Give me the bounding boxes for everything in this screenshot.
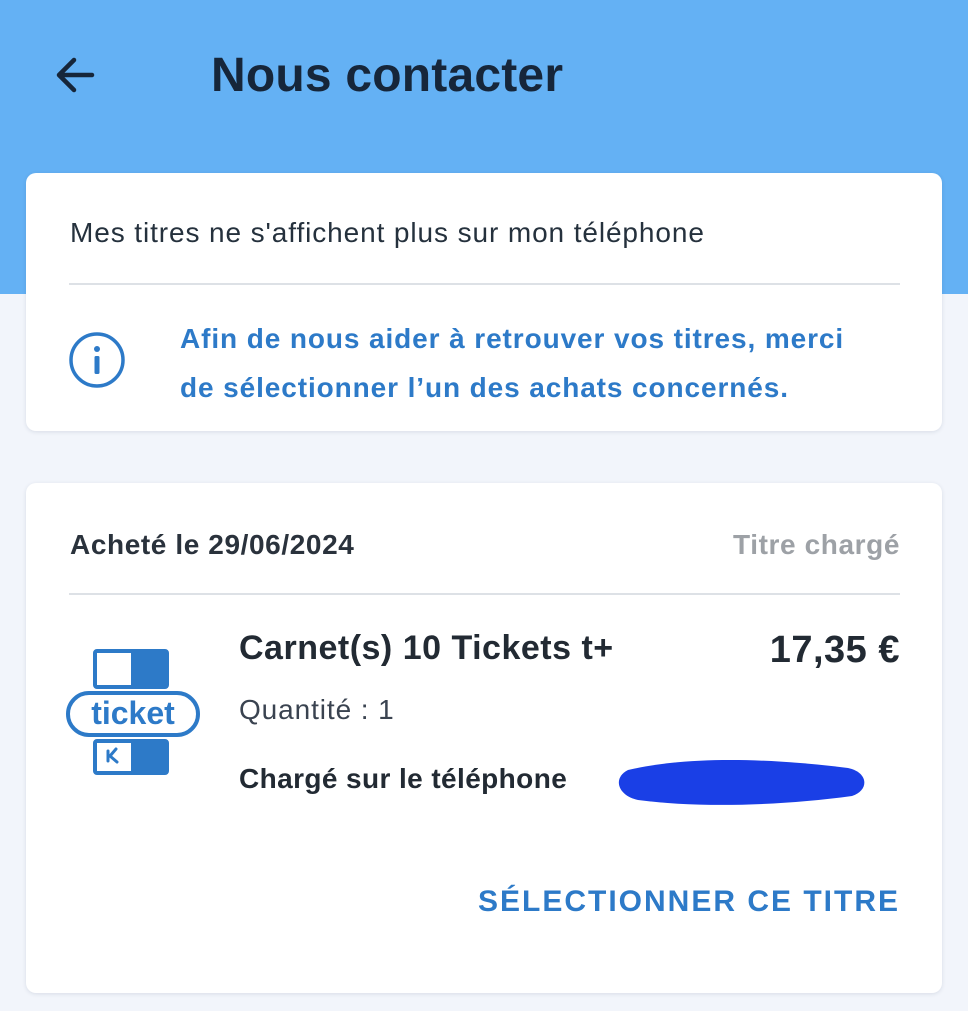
- info-message-line-1: Afin de nous aider à retrouver vos titre…: [180, 323, 845, 354]
- price: 17,35 €: [769, 629, 900, 671]
- ticket-logo-text: ticket: [91, 695, 175, 731]
- redaction-scribble: [618, 760, 865, 805]
- purchase-date: Acheté le 29/06/2024: [70, 529, 355, 560]
- contact-subject: Mes titres ne s'affichent plus sur mon t…: [70, 217, 705, 248]
- select-ticket-button[interactable]: SÉLECTIONNER CE TITRE: [478, 885, 900, 919]
- divider: [69, 593, 900, 595]
- info-message: Afin de nous aider à retrouver vos titre…: [180, 314, 910, 412]
- info-message-line-2: de sélectionner l’un des achats concerné…: [180, 372, 789, 403]
- info-circle-icon: [69, 332, 125, 388]
- subject-card: Mes titres ne s'affichent plus sur mon t…: [26, 173, 942, 431]
- device-label: Chargé sur le téléphone: [239, 763, 568, 794]
- arrow-left-icon: [56, 57, 95, 93]
- page-title: Nous contacter: [211, 49, 564, 102]
- product-name: Carnet(s) 10 Tickets t+: [239, 629, 614, 667]
- divider: [69, 283, 900, 285]
- status-label: Titre chargé: [733, 529, 900, 560]
- quantity: Quantité : 1: [239, 694, 395, 725]
- ticket-logo-icon: ticket: [66, 649, 200, 775]
- back-button[interactable]: [46, 46, 104, 104]
- purchase-card: Acheté le 29/06/2024 Titre chargé ticket…: [26, 483, 942, 993]
